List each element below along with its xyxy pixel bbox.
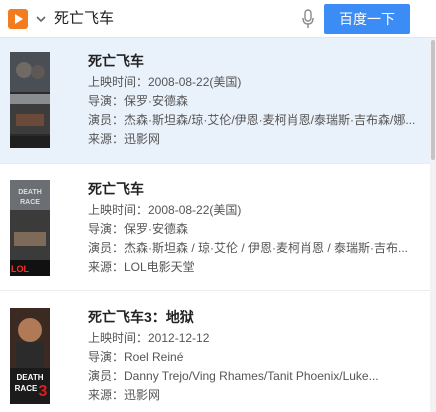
director: 导演：保罗·安德森 — [88, 94, 188, 108]
svg-text:3: 3 — [39, 383, 48, 400]
svg-text:RACE: RACE — [15, 384, 38, 393]
director: 导演：Roel Reiné — [88, 350, 184, 364]
result-title[interactable]: 死亡飞车 — [88, 52, 144, 70]
search-button[interactable]: 百度一下 — [324, 4, 410, 34]
release-date: 上映时间：2012-12-12 — [88, 331, 210, 345]
movie-poster[interactable]: DEATH RACE 3 — [10, 308, 50, 404]
release-date: 上映时间：2008-08-22(美国) — [88, 75, 242, 89]
release-date: 上映时间：2008-08-22(美国) — [88, 203, 242, 217]
scrollbar-thumb[interactable] — [431, 40, 435, 160]
svg-text:DEATH: DEATH — [17, 373, 44, 382]
cast: 演员：杰森·斯坦森/琼·艾伦/伊恩·麦柯肖恩/泰瑞斯·吉布森/娜... — [88, 113, 416, 127]
svg-text:DEATH: DEATH — [18, 189, 42, 196]
movie-poster[interactable] — [10, 52, 50, 148]
source: 来源：迅影网 — [88, 132, 161, 146]
chevron-down-icon[interactable] — [34, 12, 48, 26]
search-input[interactable]: 死亡飞车 — [54, 9, 114, 29]
microphone-icon[interactable] — [300, 8, 316, 30]
search-bar: 死亡飞车 百度一下 — [0, 0, 436, 38]
svg-text:RACE: RACE — [20, 199, 40, 206]
cast: 演员：Danny Trejo/Ving Rhames/Tanit Phoenix… — [88, 369, 379, 383]
source: 来源：迅影网 — [88, 388, 161, 402]
result-title[interactable]: 死亡飞车3：地狱 — [88, 308, 194, 326]
source: 来源：LOL电影天堂 — [88, 260, 195, 274]
result-title[interactable]: 死亡飞车 — [88, 180, 144, 198]
cast: 演员：杰森·斯坦森 / 琼·艾伦 / 伊恩·麦柯肖恩 / 泰瑞斯·吉布... — [88, 241, 408, 255]
director: 导演：保罗·安德森 — [88, 222, 188, 236]
movie-poster[interactable]: DEATH RACE LOL — [10, 180, 50, 276]
video-app-icon[interactable] — [8, 9, 28, 29]
svg-text:LOL: LOL — [11, 264, 29, 274]
